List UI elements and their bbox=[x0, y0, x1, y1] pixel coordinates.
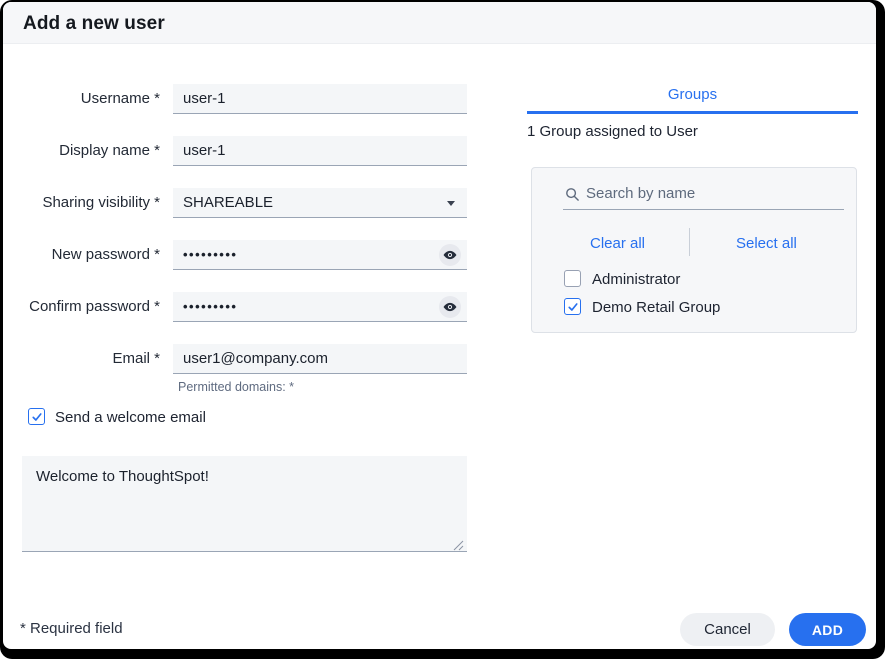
email-field[interactable]: user1@company.com bbox=[173, 344, 467, 374]
email-label: Email * bbox=[20, 344, 160, 374]
eye-icon bbox=[443, 300, 457, 314]
username-input[interactable]: user-1 bbox=[173, 84, 467, 114]
group-label-demo-retail-group: Demo Retail Group bbox=[592, 299, 720, 316]
cancel-button[interactable]: Cancel bbox=[680, 613, 775, 646]
clear-all-link[interactable]: Clear all bbox=[590, 235, 645, 252]
group-checkbox-demo-retail-group[interactable] bbox=[564, 298, 581, 315]
add-user-dialog: Add a new user Username * user-1 Display… bbox=[0, 0, 885, 659]
send-welcome-email-checkbox[interactable] bbox=[28, 408, 45, 425]
search-placeholder: Search by name bbox=[586, 185, 695, 202]
send-welcome-email-label: Send a welcome email bbox=[55, 409, 206, 426]
display-name-label: Display name * bbox=[20, 136, 160, 166]
new-password-label: New password * bbox=[20, 240, 160, 270]
confirm-password-input[interactable]: ••••••••• bbox=[173, 292, 467, 322]
group-label-administrator: Administrator bbox=[592, 271, 680, 288]
eye-icon bbox=[443, 248, 457, 262]
groups-panel: Search by name Clear all Select all Admi… bbox=[531, 167, 857, 333]
new-password-input[interactable]: ••••••••• bbox=[173, 240, 467, 270]
required-field-note: * Required field bbox=[20, 620, 123, 637]
group-checkbox-administrator[interactable] bbox=[564, 270, 581, 287]
confirm-password-value: ••••••••• bbox=[183, 299, 237, 314]
welcome-message-textarea[interactable]: Welcome to ThoughtSpot! bbox=[22, 456, 467, 552]
sharing-visibility-select[interactable]: SHAREABLE bbox=[173, 188, 467, 218]
checkmark-icon bbox=[567, 301, 579, 313]
add-button[interactable]: ADD bbox=[789, 613, 866, 646]
page-title: Add a new user bbox=[23, 2, 165, 44]
sharing-visibility-value: SHAREABLE bbox=[183, 194, 273, 211]
show-confirm-password-button[interactable] bbox=[439, 296, 461, 318]
chevron-down-icon bbox=[447, 201, 455, 206]
sharing-visibility-label: Sharing visibility * bbox=[20, 188, 160, 218]
dialog-header: Add a new user bbox=[3, 2, 876, 44]
groups-tabbar: Groups bbox=[527, 80, 858, 114]
group-search-input[interactable]: Search by name bbox=[563, 180, 844, 210]
search-icon bbox=[565, 187, 580, 207]
show-password-button[interactable] bbox=[439, 244, 461, 266]
groups-assigned-summary: 1 Group assigned to User bbox=[527, 123, 698, 140]
select-all-link[interactable]: Select all bbox=[736, 235, 797, 252]
tab-groups[interactable]: Groups bbox=[527, 86, 858, 103]
checkmark-icon bbox=[31, 411, 43, 423]
resize-grip-icon[interactable] bbox=[452, 538, 464, 556]
new-password-value: ••••••••• bbox=[183, 247, 237, 262]
confirm-password-label: Confirm password * bbox=[20, 292, 160, 322]
links-divider bbox=[689, 228, 690, 256]
display-name-input[interactable]: user-1 bbox=[173, 136, 467, 166]
permitted-domains-note: Permitted domains: * bbox=[178, 380, 294, 394]
username-label: Username * bbox=[20, 84, 160, 114]
